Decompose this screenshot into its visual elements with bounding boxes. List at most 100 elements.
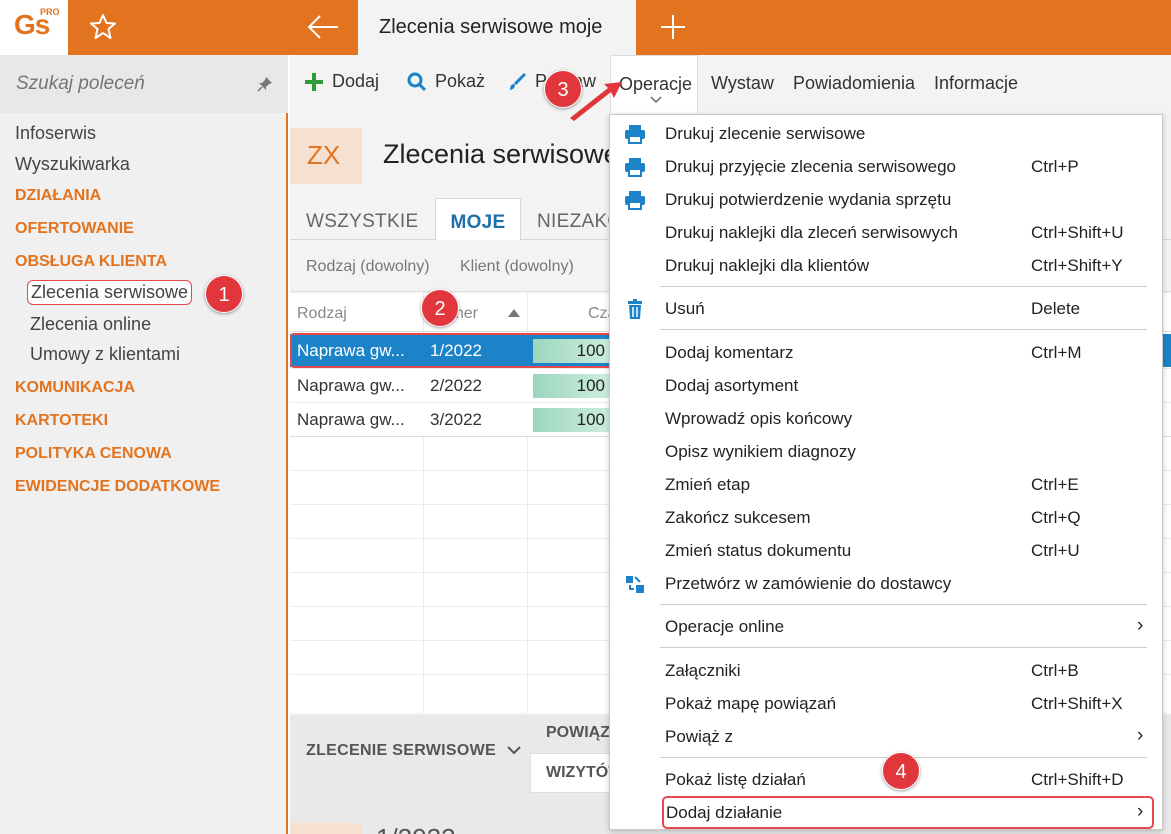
step-badge: 1 (205, 275, 243, 313)
trash-icon (628, 299, 642, 319)
menu-item-add-comment[interactable]: Dodaj komentarz Ctrl+M (610, 336, 1162, 369)
menu-item-label: Wprowadź opis końcowy (665, 409, 853, 428)
menu-item-label: Pokaż listę działań (665, 770, 806, 789)
menu-item-label: Zakończ sukcesem (665, 508, 811, 527)
menu-item-add-action[interactable]: Dodaj działanie › (662, 796, 1154, 829)
menu-item-attachments[interactable]: Załączniki Ctrl+B (610, 654, 1162, 687)
sidebar-section-ewidencje[interactable]: EWIDENCJE DODATKOWE (15, 478, 220, 496)
sidebar-item-zlecenia-online[interactable]: Zlecenia online (30, 314, 151, 335)
sidebar-section-komunikacja[interactable]: KOMUNIKACJA (15, 379, 135, 397)
details-section-toggle[interactable]: ZLECENIE SERWISOWE (306, 742, 521, 760)
favorites-star-icon[interactable] (88, 12, 118, 42)
menu-item-change-status[interactable]: Zmień status dokumentu Ctrl+U (610, 534, 1162, 567)
menu-item-label: Przetwórz w zamówienie do dostawcy (665, 574, 952, 593)
menu-item-label: Operacje online (665, 617, 785, 636)
pin-icon[interactable] (256, 75, 274, 93)
menu-item-label: Drukuj zlecenie serwisowe (665, 124, 866, 143)
cell-type: Naprawa gw... (297, 410, 405, 429)
filter-type[interactable]: Rodzaj (dowolny) (306, 258, 430, 276)
badge-text: ZX (307, 140, 341, 170)
submenu-arrow-icon: › (1137, 615, 1144, 636)
tab-all[interactable]: WSZYSTKIE (306, 211, 419, 233)
command-search-input[interactable] (16, 73, 236, 95)
menu-item-label: Powiąż z (665, 727, 734, 746)
submenu-arrow-icon: › (1137, 725, 1144, 746)
menu-item-label: Drukuj naklejki dla zleceń serwisowych (665, 223, 958, 242)
sidebar-section-kartoteki[interactable]: KARTOTEKI (15, 412, 108, 430)
cell-number: 2/2022 (430, 376, 482, 395)
menu-item-shortcut: Ctrl+E (1031, 475, 1079, 494)
add-button[interactable]: Dodaj (304, 71, 379, 92)
menu-item-label: Dodaj komentarz (665, 343, 794, 362)
notifications-menu-button[interactable]: Powiadomienia (793, 73, 915, 94)
progress-value: 100 (576, 376, 605, 395)
show-label: Pokaż (435, 71, 486, 91)
menu-item-convert-to-order[interactable]: Przetwórz w zamówienie do dostawcy (610, 567, 1162, 600)
sidebar-section-polityka-cenowa[interactable]: POLITYKA CENOWA (15, 445, 172, 463)
menu-item-label: Usuń (665, 299, 705, 318)
tab-title: Zlecenia serwisowe moje (379, 16, 603, 38)
menu-item-shortcut: Ctrl+Shift+Y (1031, 256, 1123, 275)
menu-item-final-description[interactable]: Wprowadź opis końcowy (610, 402, 1162, 435)
details-section-label: ZLECENIE SERWISOWE (306, 742, 497, 759)
new-tab-plus-icon[interactable] (658, 12, 688, 42)
plus-icon (305, 72, 323, 91)
filter-client[interactable]: Klient (dowolny) (460, 258, 574, 276)
sidebar-section-ofertowanie[interactable]: OFERTOWANIE (15, 220, 134, 238)
menu-item-change-stage[interactable]: Zmień etap Ctrl+E (610, 468, 1162, 501)
show-button[interactable]: Pokaż (407, 71, 485, 92)
sidebar-section-obsluga-klienta[interactable]: OBSŁUGA KLIENTA (15, 253, 167, 271)
sidebar-item-umowy[interactable]: Umowy z klientami (30, 344, 180, 365)
step-badge: 3 (544, 70, 582, 108)
document-number: 1/2022 (376, 823, 456, 834)
progress-bar: 100 (533, 408, 611, 432)
chevron-down-icon (650, 96, 662, 104)
menu-item-shortcut: Ctrl+P (1031, 157, 1079, 176)
menu-item-relations-map[interactable]: Pokaż mapę powiązań Ctrl+Shift+X (610, 687, 1162, 720)
cell-type: Naprawa gw... (297, 376, 405, 395)
step-badge: 4 (882, 752, 920, 790)
menu-item-shortcut: Ctrl+Shift+X (1031, 694, 1123, 713)
menu-item-add-assortment[interactable]: Dodaj asortyment (610, 369, 1162, 402)
menu-item-label: Opisz wynikiem diagnozy (665, 442, 856, 461)
menu-item-print-order[interactable]: Drukuj zlecenie serwisowe (610, 117, 1162, 150)
menu-item-label: Pokaż mapę powiązań (665, 694, 837, 713)
sidebar: Infoserwis Wyszukiwarka DZIAŁANIA OFERTO… (0, 55, 288, 834)
sidebar-item-wyszukiwarka[interactable]: Wyszukiwarka (15, 154, 130, 175)
tab-business-card[interactable]: WIZYTÓWKA (530, 753, 646, 793)
menu-item-label: Zmień etap (665, 475, 751, 494)
app-logo: Gs PRO (0, 0, 68, 55)
menu-item-shortcut: Ctrl+M (1031, 343, 1082, 362)
issue-menu-button[interactable]: Wystaw (711, 73, 774, 94)
menu-item-finish-success[interactable]: Zakończ sukcesem Ctrl+Q (610, 501, 1162, 534)
printer-icon (625, 191, 645, 210)
menu-item-print-order-stickers[interactable]: Drukuj naklejki dla zleceń serwisowych C… (610, 216, 1162, 249)
info-menu-button[interactable]: Informacje (934, 73, 1018, 94)
menu-item-print-client-stickers[interactable]: Drukuj naklejki dla klientów Ctrl+Shift+… (610, 249, 1162, 282)
document-type-badge: ZX (290, 128, 362, 184)
tab-current-view[interactable]: Zlecenia serwisowe moje (358, 0, 636, 55)
tab-mine[interactable]: MOJE (435, 198, 521, 240)
document-badge (290, 823, 362, 834)
transform-icon (626, 576, 644, 593)
menu-item-shortcut: Ctrl+U (1031, 541, 1080, 560)
menu-item-print-intake[interactable]: Drukuj przyjęcie zlecenia serwisowego Ct… (610, 150, 1162, 183)
menu-item-label: Drukuj potwierdzenie wydania sprzętu (665, 190, 952, 209)
brush-icon (510, 72, 527, 90)
menu-item-link-with[interactable]: Powiąż z › (610, 720, 1162, 753)
menu-item-online-operations[interactable]: Operacje online › (610, 610, 1162, 643)
sidebar-item-zlecenia-serwisowe[interactable]: Zlecenia serwisowe (27, 280, 193, 305)
sidebar-item-infoserwis[interactable]: Infoserwis (15, 123, 96, 144)
search-icon (407, 72, 427, 91)
menu-item-label: Dodaj działanie (666, 803, 783, 822)
menu-item-diagnosis[interactable]: Opisz wynikiem diagnozy (610, 435, 1162, 468)
progress-value: 100 (576, 410, 605, 429)
menu-item-delete[interactable]: Usuń Delete (610, 292, 1162, 325)
sort-ascending-icon (508, 309, 520, 317)
back-arrow-icon[interactable] (305, 10, 341, 44)
menu-item-print-release[interactable]: Drukuj potwierdzenie wydania sprzętu (610, 183, 1162, 216)
column-header-type[interactable]: Rodzaj (297, 305, 347, 323)
sidebar-section-dzialania[interactable]: DZIAŁANIA (15, 187, 101, 205)
chevron-down-icon (507, 746, 521, 755)
menu-item-label: Zmień status dokumentu (665, 541, 852, 560)
